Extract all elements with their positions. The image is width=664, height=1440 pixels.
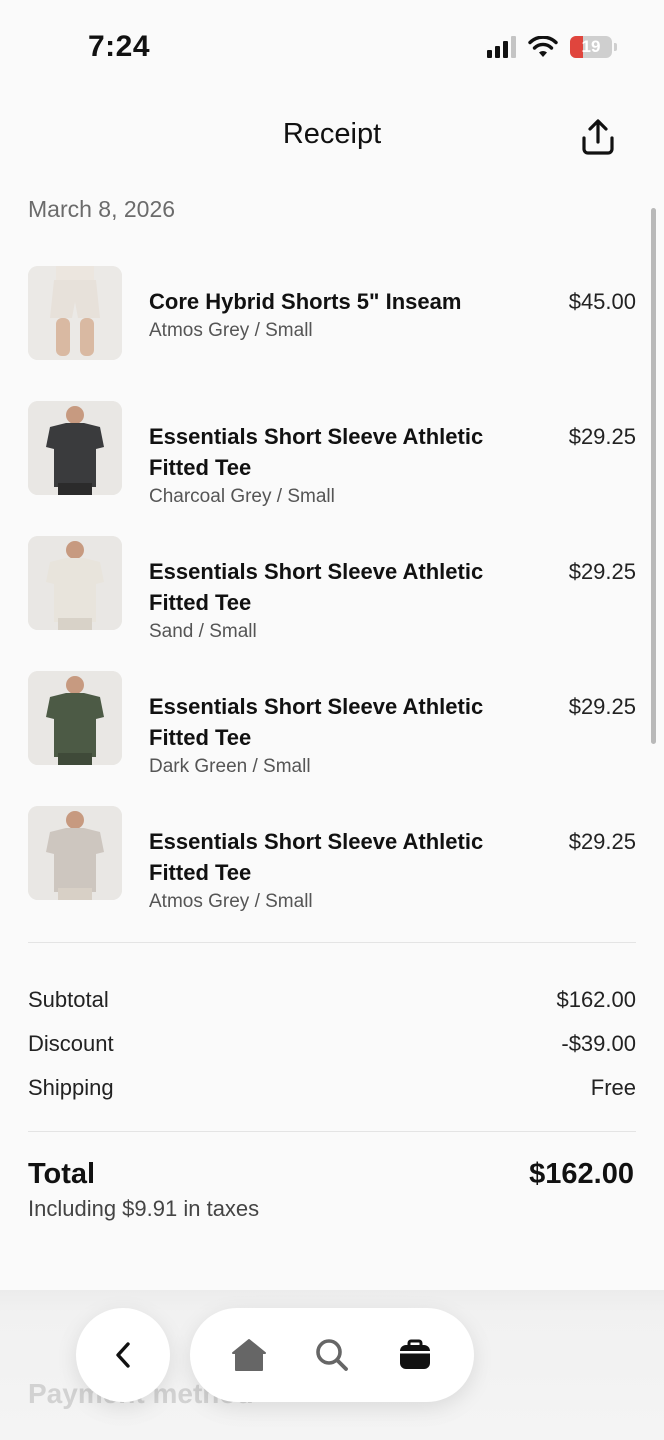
discount-row: Discount -$39.00 <box>28 1031 636 1057</box>
item-variant: Dark Green / Small <box>149 756 311 777</box>
line-item[interactable]: Essentials Short Sleeve Athletic Fitted … <box>0 806 664 941</box>
page-title: Receipt <box>282 118 382 150</box>
item-price: $45.00 <box>568 289 636 314</box>
cellular-signal-icon <box>487 36 516 58</box>
divider <box>28 1131 636 1132</box>
battery-icon: 19 <box>570 36 617 58</box>
shipping-label: Shipping <box>28 1075 114 1100</box>
wifi-icon <box>528 36 558 57</box>
line-item[interactable]: Essentials Short Sleeve Athletic Fitted … <box>0 401 664 536</box>
status-icons: 19 <box>487 36 617 58</box>
item-price: $29.25 <box>568 424 636 449</box>
line-item[interactable]: Core Hybrid Shorts 5" Inseam Atmos Grey … <box>0 266 664 401</box>
item-variant: Sand / Small <box>149 621 257 642</box>
product-thumbnail <box>28 266 122 360</box>
product-thumbnail <box>28 806 122 900</box>
search-icon <box>316 1339 348 1371</box>
item-variant: Atmos Grey / Small <box>149 320 313 341</box>
line-items: Core Hybrid Shorts 5" Inseam Atmos Grey … <box>0 266 664 941</box>
product-thumbnail <box>28 671 122 765</box>
item-variant: Atmos Grey / Small <box>149 891 313 912</box>
nav-home-button[interactable] <box>223 1329 275 1381</box>
shipping-value: Free <box>590 1075 636 1100</box>
discount-value: -$39.00 <box>561 1031 636 1056</box>
subtotal-row: Subtotal $162.00 <box>28 987 636 1013</box>
shipping-row: Shipping Free <box>28 1075 636 1101</box>
status-time: 7:24 <box>88 30 151 63</box>
scrollbar[interactable] <box>651 208 656 744</box>
discount-label: Discount <box>28 1031 114 1056</box>
home-icon <box>232 1339 267 1371</box>
item-name: Essentials Short Sleeve Athletic Fitted … <box>149 424 484 480</box>
nav-search-button[interactable] <box>306 1329 358 1381</box>
item-name: Essentials Short Sleeve Athletic Fitted … <box>149 829 484 885</box>
bottom-navigation <box>190 1308 474 1402</box>
product-thumbnail <box>28 401 122 495</box>
item-name: Essentials Short Sleeve Athletic Fitted … <box>149 694 484 750</box>
item-variant: Charcoal Grey / Small <box>149 486 335 507</box>
item-name: Essentials Short Sleeve Athletic Fitted … <box>149 559 484 615</box>
nav-bag-button[interactable] <box>389 1329 441 1381</box>
item-name: Core Hybrid Shorts 5" Inseam <box>149 289 462 314</box>
bag-icon <box>399 1339 430 1369</box>
total-value: $162.00 <box>529 1158 634 1190</box>
line-item[interactable]: Essentials Short Sleeve Athletic Fitted … <box>0 671 664 806</box>
total-label: Total <box>28 1158 96 1190</box>
tax-note: Including $9.91 in taxes <box>28 1196 260 1221</box>
receipt-date: March 8, 2026 <box>28 196 176 222</box>
item-price: $29.25 <box>568 694 636 719</box>
share-icon <box>582 119 614 155</box>
subtotal-value: $162.00 <box>556 987 636 1012</box>
product-thumbnail <box>28 536 122 630</box>
share-button[interactable] <box>580 118 616 156</box>
back-button[interactable] <box>76 1308 170 1402</box>
divider <box>28 942 636 943</box>
battery-level: 19 <box>581 37 601 56</box>
chevron-left-icon <box>116 1342 130 1368</box>
item-price: $29.25 <box>568 559 636 584</box>
status-bar: 7:24 19 <box>0 0 664 100</box>
line-item[interactable]: Essentials Short Sleeve Athletic Fitted … <box>0 536 664 671</box>
subtotal-label: Subtotal <box>28 987 109 1012</box>
item-price: $29.25 <box>568 829 636 854</box>
